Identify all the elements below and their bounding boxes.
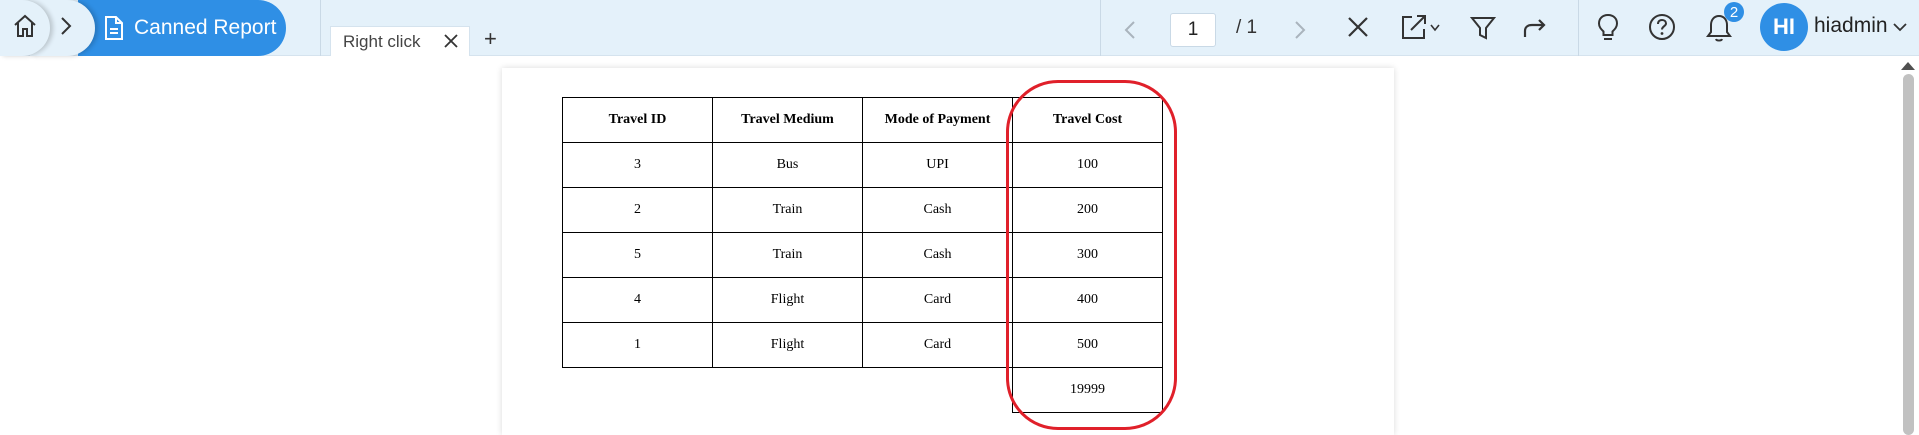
column-header[interactable]: Travel ID xyxy=(562,97,713,143)
table-cell[interactable]: Bus xyxy=(712,142,863,188)
table-cell[interactable]: Card xyxy=(862,277,1013,323)
username-label: hiadmin xyxy=(1814,14,1888,37)
table-cell[interactable]: Flight xyxy=(712,322,863,368)
chevron-down-icon xyxy=(1893,14,1908,37)
help-icon[interactable] xyxy=(1648,13,1676,41)
table-cell[interactable]: Cash xyxy=(862,232,1013,278)
chevron-right-icon xyxy=(59,15,73,42)
top-toolbar: Canned Report Right click + 1 / 1 2 HI h… xyxy=(0,0,1919,56)
table-cell[interactable]: 4 xyxy=(562,277,713,323)
scrollbar-thumb[interactable] xyxy=(1903,74,1914,435)
divider xyxy=(1100,0,1101,56)
table-cell[interactable]: Train xyxy=(712,232,863,278)
page-number-input[interactable]: 1 xyxy=(1170,13,1216,47)
scroll-up-icon[interactable] xyxy=(1901,62,1915,70)
document-icon xyxy=(104,16,124,40)
table-cell[interactable]: Cash xyxy=(862,187,1013,233)
table-cell[interactable]: 1 xyxy=(562,322,713,368)
table-cell[interactable]: 2 xyxy=(562,187,713,233)
page-total: / 1 xyxy=(1236,17,1258,38)
table-cell[interactable]: Card xyxy=(862,322,1013,368)
divider xyxy=(1578,0,1579,56)
divider xyxy=(320,0,321,56)
close-icon[interactable] xyxy=(443,33,459,49)
filter-icon[interactable] xyxy=(1470,15,1496,41)
table-cell[interactable]: Train xyxy=(712,187,863,233)
empty-cell xyxy=(563,368,713,413)
column-header[interactable]: Mode of Payment xyxy=(862,97,1013,143)
add-tab-button[interactable]: + xyxy=(484,26,497,52)
table-cell[interactable]: 5 xyxy=(562,232,713,278)
empty-cell xyxy=(863,368,1013,413)
breadcrumb-current-report[interactable]: Canned Report xyxy=(78,0,286,56)
tab-label: Right click xyxy=(343,31,421,51)
empty-cell xyxy=(713,368,863,413)
column-header[interactable]: Travel Medium xyxy=(712,97,863,143)
export-icon[interactable] xyxy=(1400,13,1444,41)
close-icon[interactable] xyxy=(1346,15,1370,39)
lightbulb-icon[interactable] xyxy=(1596,13,1620,43)
breadcrumb-report-name: Canned Report xyxy=(134,16,277,39)
avatar[interactable]: HI xyxy=(1760,3,1808,51)
tab-right-click[interactable]: Right click xyxy=(330,26,470,56)
highlight-annotation xyxy=(1006,80,1177,430)
chevron-left-icon[interactable] xyxy=(1124,20,1136,40)
table-cell[interactable]: Flight xyxy=(712,277,863,323)
table-cell[interactable]: 3 xyxy=(562,142,713,188)
table-cell[interactable]: UPI xyxy=(862,142,1013,188)
notification-badge: 2 xyxy=(1724,2,1744,22)
chevron-right-icon[interactable] xyxy=(1294,20,1306,40)
user-menu[interactable]: hiadmin xyxy=(1814,14,1908,38)
home-icon xyxy=(12,13,38,44)
share-icon[interactable] xyxy=(1522,16,1548,40)
